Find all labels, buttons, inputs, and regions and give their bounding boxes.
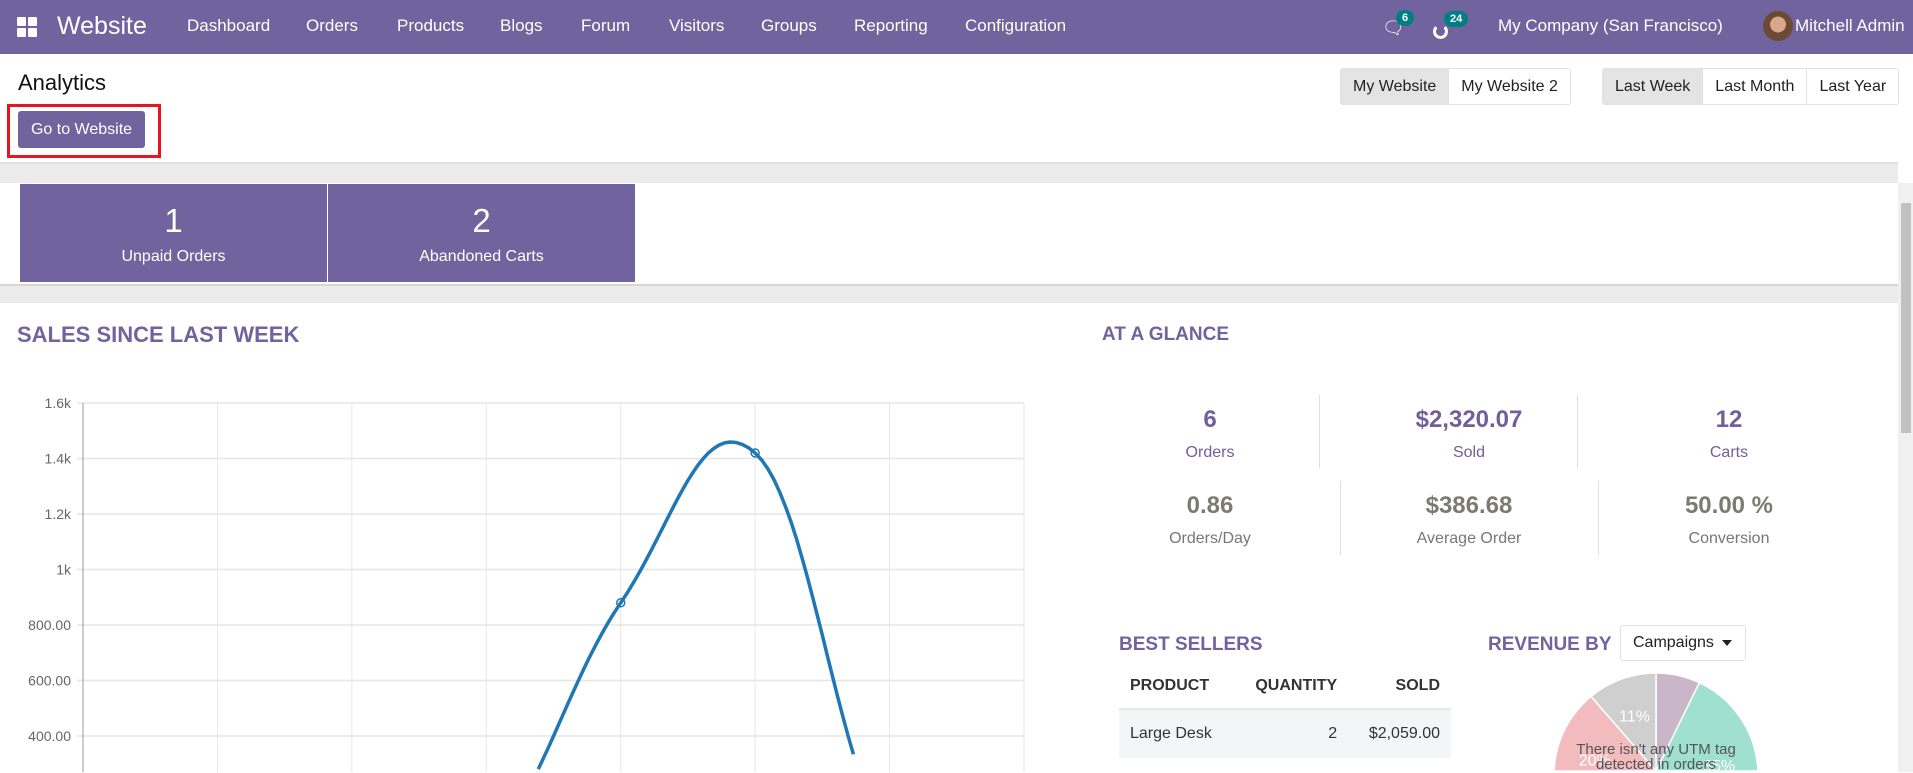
- cell-quantity: 2: [1233, 708, 1349, 758]
- y-tick-label: 1.2k: [45, 506, 72, 522]
- cell-sold: $2,059.00: [1348, 708, 1451, 758]
- cell-product: Large Desk: [1119, 708, 1234, 758]
- table-row[interactable]: Large Desk 2 $2,059.00: [1119, 708, 1451, 758]
- best-sellers-table: PRODUCT QUANTITY SOLD Large Desk 2 $2,05…: [1119, 664, 1451, 758]
- divider: [1319, 395, 1320, 468]
- stat-value: 12: [1715, 406, 1743, 433]
- messages-badge: 6: [1396, 10, 1415, 26]
- stat-value: $2,320.07: [1415, 406, 1523, 433]
- revenue-by-title: REVENUE BY: [1488, 634, 1612, 655]
- tile-value: 2: [472, 202, 491, 239]
- company-switcher[interactable]: My Company (San Francisco): [1498, 0, 1723, 52]
- clock-icon: [1433, 24, 1448, 39]
- y-tick-label: 1k: [56, 562, 72, 578]
- stat-carts: 12 Carts: [1604, 406, 1854, 462]
- pie-slice-label: 11%: [1619, 708, 1650, 725]
- website-my-website-2[interactable]: My Website 2: [1448, 69, 1570, 104]
- sales-chart: 400.00 600.00 800.00 1k 1.2k 1.4k 1.6k: [28, 395, 1025, 772]
- tile-abandoned-carts[interactable]: 2 Abandoned Carts: [328, 184, 635, 282]
- divider: [0, 162, 1898, 183]
- col-sold: SOLD: [1395, 677, 1440, 694]
- sales-line: [536, 440, 856, 770]
- dropdown-value: Campaigns: [1633, 634, 1714, 651]
- tile-label: Unpaid Orders: [121, 248, 226, 265]
- stat-label: Orders: [1185, 444, 1235, 461]
- scrollbar-thumb[interactable]: [1901, 203, 1911, 433]
- messages-button[interactable]: 🗨 6: [1381, 10, 1415, 42]
- stat-average-order: $386.68 Average Order: [1344, 492, 1594, 548]
- y-tick-label: 800.00: [28, 617, 71, 633]
- y-tick-label: 600.00: [28, 673, 71, 689]
- go-to-website-button[interactable]: Go to Website: [18, 111, 145, 148]
- stat-label: Carts: [1709, 444, 1749, 461]
- divider: [0, 284, 1898, 303]
- app-title[interactable]: Website: [57, 0, 147, 52]
- apps-menu-icon[interactable]: [17, 17, 37, 37]
- menu-products[interactable]: Products: [397, 0, 464, 52]
- sales-title: SALES SINCE LAST WEEK: [17, 322, 300, 347]
- stat-label: Conversion: [1688, 530, 1770, 547]
- divider: [1340, 481, 1341, 555]
- stat-orders-per-day: 0.86 Orders/Day: [1085, 492, 1335, 548]
- tile-label: Abandoned Carts: [419, 248, 544, 265]
- revenue-by-dropdown[interactable]: Campaigns: [1620, 625, 1746, 661]
- period-last-year[interactable]: Last Year: [1806, 69, 1899, 104]
- col-quantity: QUANTITY: [1255, 677, 1338, 694]
- glance-title: AT A GLANCE: [1102, 324, 1230, 345]
- menu-dashboard[interactable]: Dashboard: [187, 0, 270, 52]
- website-my-website[interactable]: My Website: [1341, 69, 1449, 104]
- period-last-month[interactable]: Last Month: [1702, 69, 1807, 104]
- page-title: Analytics: [18, 70, 107, 95]
- top-navbar: Website Dashboard Orders Products Blogs …: [0, 0, 1913, 54]
- user-menu[interactable]: Mitchell Admin: [1795, 0, 1905, 52]
- divider: [1598, 481, 1599, 555]
- scrollbar[interactable]: [1898, 183, 1913, 772]
- website-switcher: My Website My Website 2: [1340, 68, 1571, 105]
- stat-value: 50.00 %: [1684, 492, 1774, 519]
- stat-label: Orders/Day: [1169, 530, 1251, 547]
- menu-forum[interactable]: Forum: [581, 0, 630, 52]
- stat-value: $386.68: [1425, 492, 1513, 519]
- stat-value: 0.86: [1186, 492, 1234, 519]
- y-tick-label: 1.4k: [45, 451, 72, 467]
- stat-label: Sold: [1452, 444, 1486, 461]
- menu-groups[interactable]: Groups: [761, 0, 817, 52]
- stat-label: Average Order: [1416, 530, 1522, 547]
- y-tick-label: 400.00: [28, 728, 71, 744]
- menu-orders[interactable]: Orders: [306, 0, 358, 52]
- tile-unpaid-orders[interactable]: 1 Unpaid Orders: [20, 184, 327, 282]
- period-switcher: Last Week Last Month Last Year: [1602, 68, 1900, 105]
- best-sellers-title: BEST SELLERS: [1119, 634, 1263, 655]
- activities-button[interactable]: 24: [1432, 10, 1472, 42]
- col-product: PRODUCT: [1130, 677, 1210, 694]
- stat-sold: $2,320.07 Sold: [1344, 406, 1594, 462]
- caret-down-icon: [1721, 639, 1732, 646]
- avatar[interactable]: [1763, 11, 1793, 41]
- menu-visitors[interactable]: Visitors: [669, 0, 724, 52]
- menu-reporting[interactable]: Reporting: [854, 0, 928, 52]
- menu-configuration[interactable]: Configuration: [965, 0, 1066, 52]
- stat-conversion: 50.00 % Conversion: [1604, 492, 1854, 548]
- table-header: PRODUCT QUANTITY SOLD: [1119, 664, 1451, 709]
- stat-value: 6: [1203, 406, 1217, 433]
- period-last-week[interactable]: Last Week: [1603, 69, 1703, 104]
- no-utm-message: There isn't any UTM tag detected in orde…: [1576, 741, 1736, 773]
- menu-blogs[interactable]: Blogs: [500, 0, 543, 52]
- activities-badge: 24: [1444, 11, 1469, 27]
- tile-value: 1: [164, 202, 183, 239]
- divider: [1577, 395, 1578, 468]
- stat-orders: 6 Orders: [1085, 406, 1335, 462]
- y-tick-label: 1.6k: [45, 395, 72, 411]
